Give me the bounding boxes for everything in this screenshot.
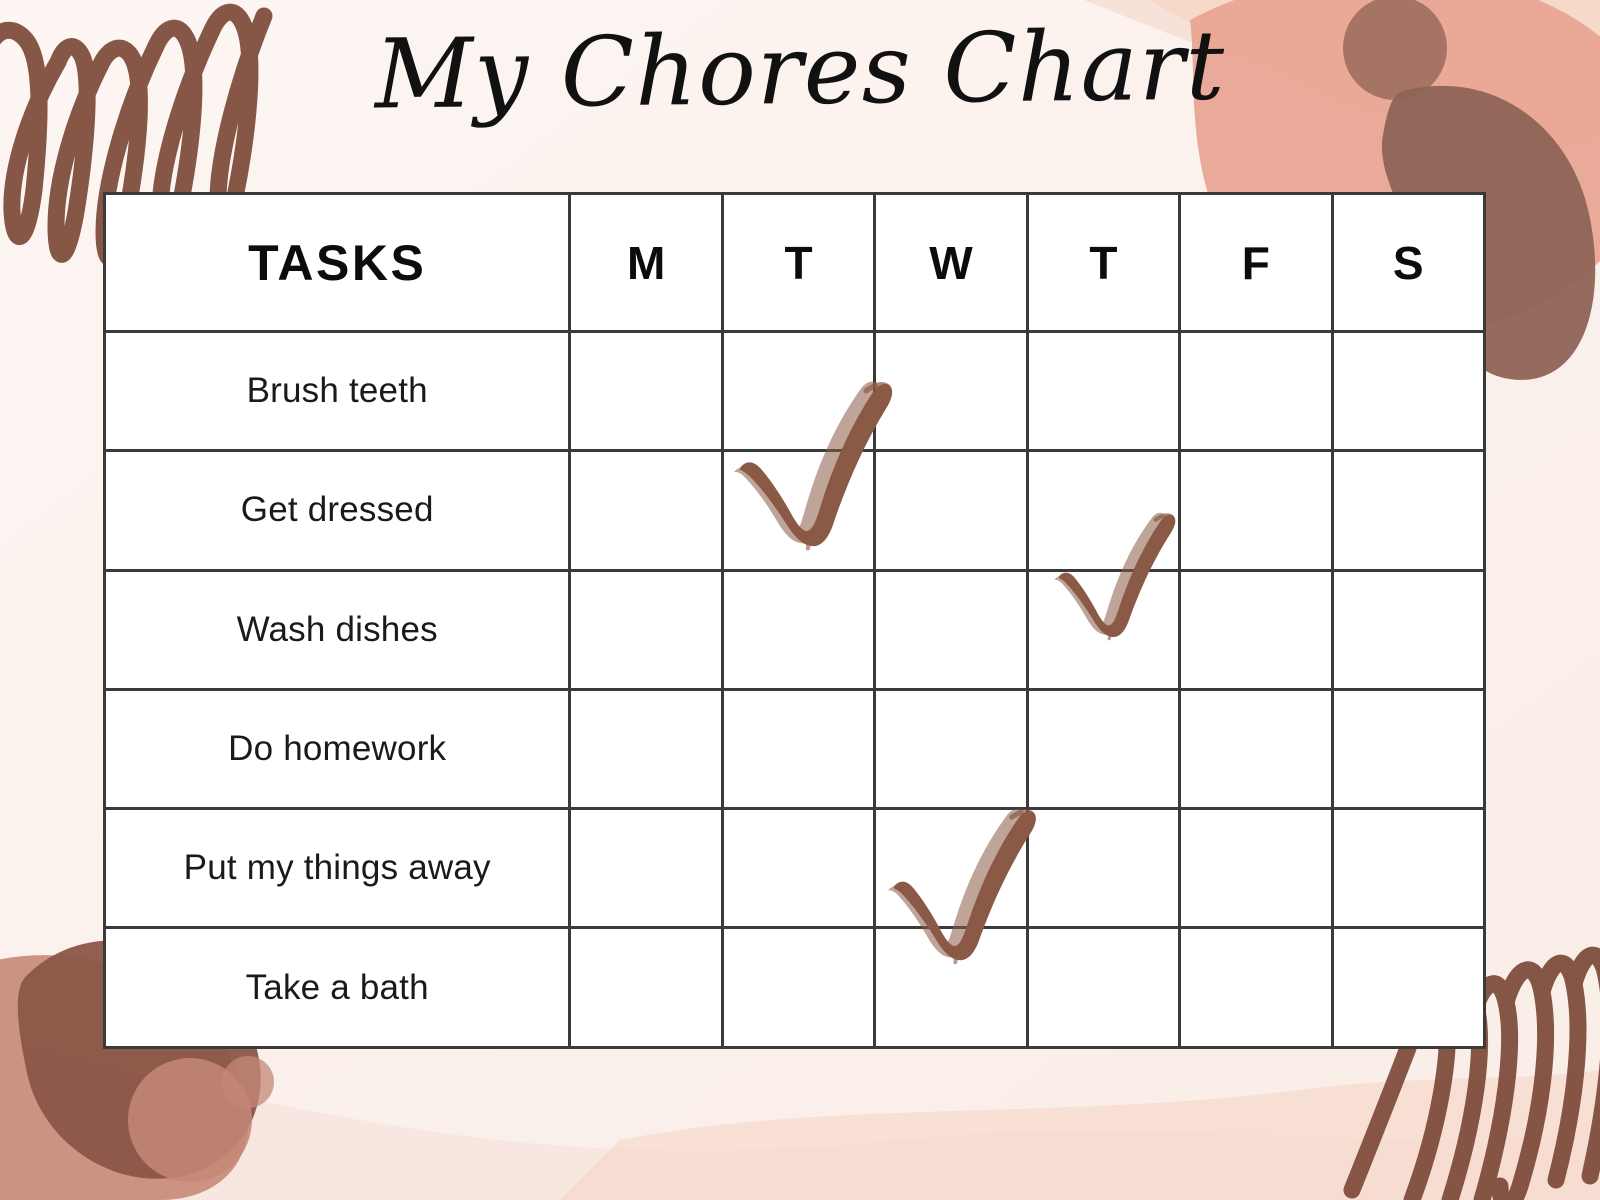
day-header-friday: F <box>1178 192 1334 333</box>
task-label-put-my-things-away: Put my things away <box>102 807 572 930</box>
checkmark-wash-dishes-T[interactable] <box>1047 512 1189 641</box>
checkbox-cell-do-homework-s[interactable] <box>1330 687 1487 811</box>
checkbox-cell-wash-dishes-f[interactable] <box>1178 568 1334 691</box>
table-header: TASKS M T W T F S <box>102 192 1487 333</box>
checkmark-take-a-bath-W[interactable] <box>880 808 1053 965</box>
task-label-take-a-bath: Take a bath <box>102 926 572 1049</box>
checkbox-cell-do-homework-t2[interactable] <box>1025 687 1182 811</box>
checkbox-cell-take-a-bath-m[interactable] <box>568 926 724 1049</box>
checkbox-cell-put-things-away-f[interactable] <box>1178 807 1334 930</box>
task-label-wash-dishes: Wash dishes <box>102 568 572 691</box>
table-row: Take a bath <box>102 926 1487 1049</box>
checkbox-cell-get-dressed-s[interactable] <box>1330 449 1487 572</box>
chores-chart-container: TASKS M T W T F S Brush teeth Get dresse… <box>102 192 1487 1049</box>
day-header-wednesday: W <box>873 192 1029 333</box>
checkbox-cell-put-things-away-m[interactable] <box>568 807 724 930</box>
checkbox-cell-do-homework-w[interactable] <box>873 687 1029 811</box>
checkbox-cell-take-a-bath-f[interactable] <box>1178 926 1334 1049</box>
checkbox-cell-take-a-bath-s[interactable] <box>1330 926 1487 1049</box>
checkbox-cell-wash-dishes-m[interactable] <box>568 568 724 691</box>
day-header-monday: M <box>568 192 724 333</box>
checkbox-cell-brush-teeth-m[interactable] <box>568 329 724 453</box>
checkbox-cell-wash-dishes-w[interactable] <box>873 568 1029 691</box>
checkbox-cell-brush-teeth-s[interactable] <box>1330 329 1487 453</box>
day-header-tuesday: T <box>720 192 877 333</box>
table-row: Put my things away <box>102 807 1487 930</box>
task-label-brush-teeth: Brush teeth <box>102 329 572 453</box>
checkbox-cell-do-homework-t1[interactable] <box>720 687 877 811</box>
header-row: TASKS M T W T F S <box>102 192 1487 333</box>
chores-table: TASKS M T W T F S Brush teeth Get dresse… <box>102 192 1487 1049</box>
tasks-column-header: TASKS <box>102 192 572 333</box>
checkbox-cell-brush-teeth-f[interactable] <box>1178 329 1334 453</box>
task-label-get-dressed: Get dressed <box>102 449 572 572</box>
checkbox-cell-wash-dishes-t1[interactable] <box>720 568 877 691</box>
table-row: Do homework <box>102 687 1487 811</box>
checkbox-cell-do-homework-m[interactable] <box>568 687 724 811</box>
checkbox-cell-put-things-away-t1[interactable] <box>720 807 877 930</box>
checkbox-cell-wash-dishes-s[interactable] <box>1330 568 1487 691</box>
day-header-saturday: S <box>1330 192 1487 333</box>
page-title: My Chores Chart <box>374 9 1226 131</box>
checkmark-get-dressed-T[interactable] <box>723 381 912 551</box>
task-label-do-homework: Do homework <box>102 687 572 811</box>
day-header-thursday: T <box>1025 192 1182 333</box>
small-circle-bottom-left <box>222 1056 274 1108</box>
checkbox-cell-brush-teeth-t2[interactable] <box>1025 329 1182 453</box>
checkbox-cell-get-dressed-f[interactable] <box>1178 449 1334 572</box>
checkbox-cell-do-homework-f[interactable] <box>1178 687 1334 811</box>
checkbox-cell-take-a-bath-t1[interactable] <box>720 926 877 1049</box>
checkbox-cell-get-dressed-m[interactable] <box>568 449 724 572</box>
table-row: Wash dishes <box>102 568 1487 691</box>
checkbox-cell-put-things-away-s[interactable] <box>1330 807 1487 930</box>
